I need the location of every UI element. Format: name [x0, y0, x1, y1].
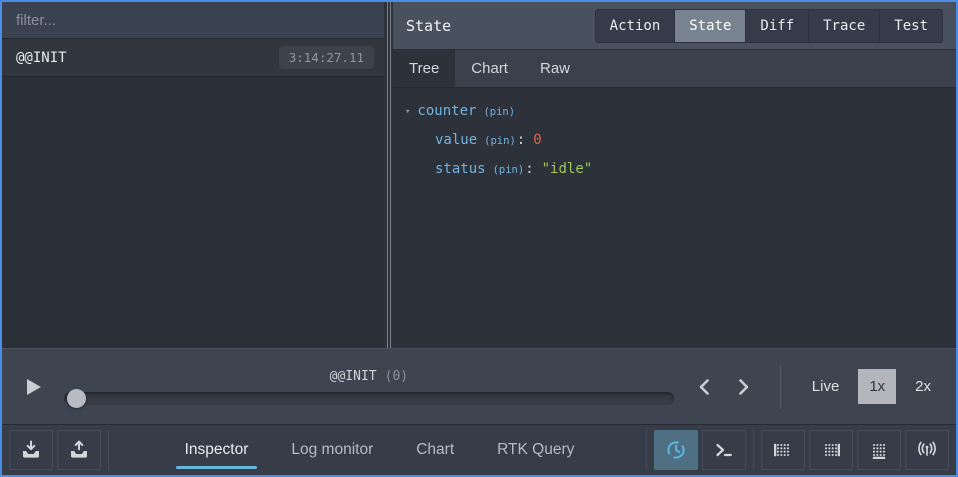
state-tree: ▾ counter (pin) value (pin) : 0 status (… [393, 88, 956, 348]
import-button[interactable] [9, 430, 53, 470]
step-back-button[interactable] [688, 372, 720, 402]
tree-key: counter [417, 103, 476, 119]
export-icon [67, 438, 91, 462]
dock-left-button[interactable] [761, 430, 805, 470]
current-action-label: @@INIT(0) [64, 369, 674, 384]
divider [753, 430, 754, 470]
subtab-raw[interactable]: Raw [524, 50, 586, 87]
inspector-tab-group: Action State Diff Trace Test [595, 9, 943, 43]
view-subtabs: Tree Chart Raw [393, 50, 956, 88]
dock-left-icon [771, 438, 795, 462]
tab-log-monitor[interactable]: Log monitor [288, 425, 376, 475]
slider-monitor: @@INIT(0) Live 1x 2x [2, 348, 956, 424]
slider-thumb[interactable] [67, 389, 86, 408]
action-list-item[interactable]: @@INIT 3:14:27.11 [2, 39, 384, 77]
tab-action[interactable]: Action [596, 10, 675, 42]
dock-right-icon [819, 438, 843, 462]
live-button[interactable]: Live [801, 369, 851, 404]
tab-test[interactable]: Test [879, 10, 942, 42]
tree-node-counter[interactable]: ▾ counter (pin) [405, 103, 944, 119]
tab-trace[interactable]: Trace [808, 10, 879, 42]
export-button[interactable] [57, 430, 101, 470]
import-icon [19, 438, 43, 462]
subtab-tree[interactable]: Tree [393, 50, 455, 87]
subtab-chart[interactable]: Chart [455, 50, 524, 87]
play-icon [22, 376, 44, 398]
step-forward-button[interactable] [728, 372, 760, 402]
state-panel-header: State Action State Diff Trace Test [393, 2, 956, 50]
action-list: @@INIT 3:14:27.11 [2, 39, 384, 348]
filter-input[interactable] [2, 2, 384, 38]
slider-area: @@INIT(0) [64, 369, 674, 405]
state-panel: State Action State Diff Trace Test Tree … [393, 2, 956, 348]
chevron-right-icon [737, 378, 751, 396]
tab-diff[interactable]: Diff [745, 10, 808, 42]
tree-key: status [435, 161, 486, 177]
tab-rtk-query[interactable]: RTK Query [494, 425, 577, 475]
pin-label[interactable]: (pin) [493, 164, 525, 176]
dispatcher-button[interactable] [702, 430, 746, 470]
tree-key: value [435, 132, 477, 148]
divider [108, 430, 109, 470]
tree-node-status[interactable]: status (pin) : "idle" [405, 161, 944, 177]
play-button[interactable] [16, 372, 50, 402]
pin-label[interactable]: (pin) [483, 106, 515, 118]
tab-inspector[interactable]: Inspector [182, 425, 252, 475]
pin-label[interactable]: (pin) [484, 135, 516, 147]
divider [646, 430, 647, 470]
colon: : [525, 161, 533, 177]
action-name: @@INIT [16, 50, 67, 66]
dock-right-button[interactable] [809, 430, 853, 470]
action-timestamp: 3:14:27.11 [279, 46, 374, 69]
main-split: @@INIT 3:14:27.11 State Action State Dif… [2, 2, 956, 348]
tree-value-number: 0 [533, 132, 541, 148]
slider-toggle-button[interactable] [654, 430, 698, 470]
monitor-tabs: Inspector Log monitor Chart RTK Query [116, 425, 643, 475]
tree-value-string: "idle" [542, 161, 593, 177]
bottom-toolbar: Inspector Log monitor Chart RTK Query [2, 424, 956, 475]
speed-2x-button[interactable]: 2x [904, 369, 942, 404]
tab-state[interactable]: State [674, 10, 745, 42]
timeline-slider[interactable] [64, 392, 674, 405]
remote-button[interactable] [905, 430, 949, 470]
filter-row [2, 2, 384, 39]
tree-node-value[interactable]: value (pin) : 0 [405, 132, 944, 148]
dock-bottom-icon [867, 438, 891, 462]
dispatcher-terminal-icon [712, 438, 736, 462]
panel-title: State [406, 17, 451, 35]
divider [780, 365, 781, 409]
colon: : [517, 132, 525, 148]
chevron-left-icon [697, 378, 711, 396]
slider-toggle-icon [664, 438, 688, 462]
expander-arrow-icon[interactable]: ▾ [405, 107, 410, 117]
redux-devtools-window: @@INIT 3:14:27.11 State Action State Dif… [0, 0, 958, 477]
action-list-panel: @@INIT 3:14:27.11 [2, 2, 384, 348]
panel-resizer[interactable] [384, 2, 393, 348]
remote-icon [915, 438, 939, 462]
dock-bottom-button[interactable] [857, 430, 901, 470]
tab-chart[interactable]: Chart [413, 425, 457, 475]
speed-1x-button[interactable]: 1x [858, 369, 896, 404]
current-action-index: (0) [385, 369, 408, 384]
